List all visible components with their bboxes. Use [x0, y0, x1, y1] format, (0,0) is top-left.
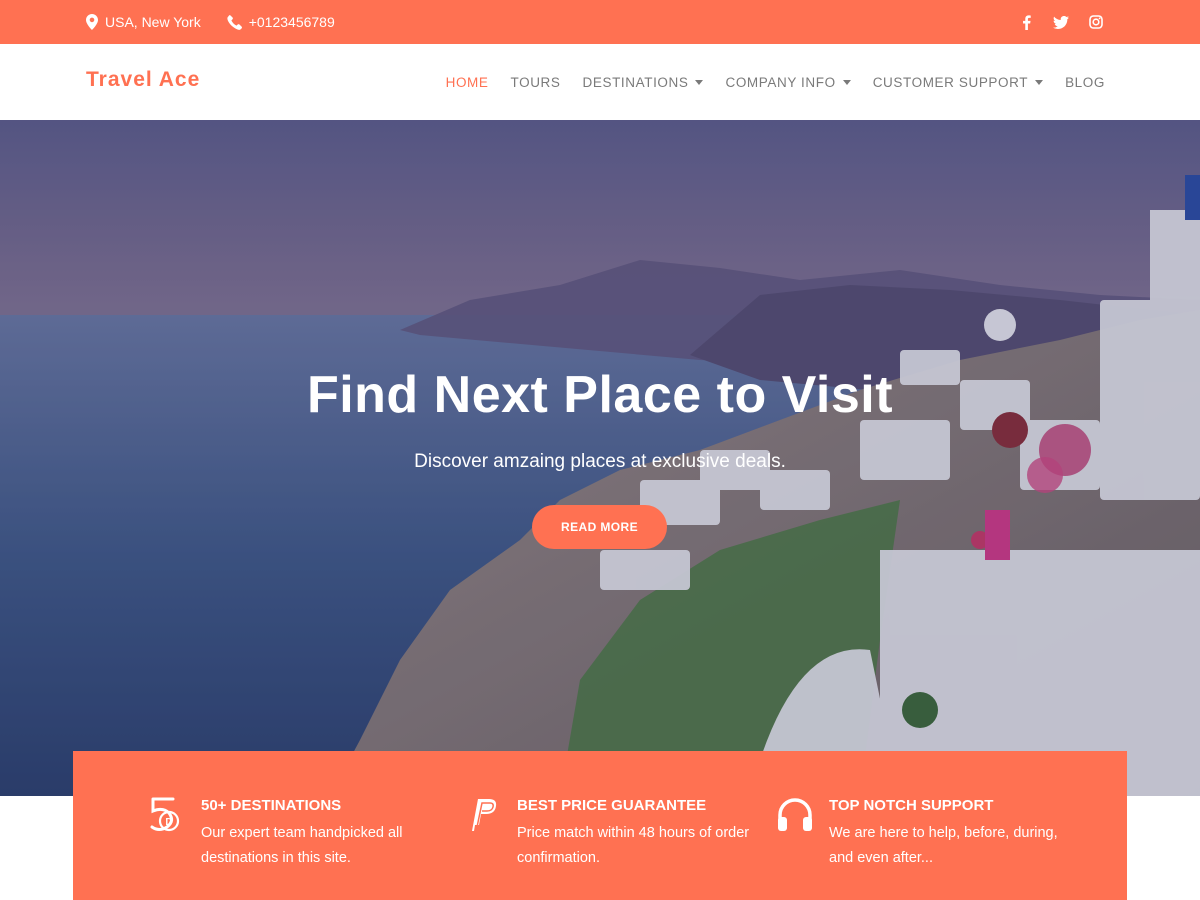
paypal-icon — [472, 799, 497, 831]
phone-icon — [227, 14, 242, 30]
chevron-down-icon — [695, 79, 704, 85]
chevron-down-icon — [1035, 79, 1044, 85]
headphones-icon — [778, 798, 812, 831]
contact-info: USA, New York +0123456789 — [86, 0, 361, 44]
hero-title: Find Next Place to Visit — [306, 366, 894, 424]
features-bar: D 50+ DESTINATIONS Our expert team handp… — [73, 751, 1127, 900]
hero-subtitle: Discover amzaing places at exclusive dea… — [414, 451, 786, 472]
feature-title: TOP NOTCH SUPPORT — [829, 797, 994, 814]
nav-label: TOURS — [510, 74, 561, 90]
read-more-button[interactable]: READ MORE — [532, 505, 667, 549]
nav-label: HOME — [445, 74, 489, 90]
feature-description: Price match within 48 hours of order con… — [517, 825, 750, 866]
svg-text:D: D — [165, 817, 172, 828]
phone-item[interactable]: +0123456789 — [227, 14, 335, 30]
nav-home[interactable]: HOME — [446, 75, 489, 90]
nav-destinations[interactable]: DESTINATIONS — [583, 75, 704, 90]
chevron-down-icon — [842, 79, 851, 85]
feature-description: We are here to help, before, during, and… — [829, 825, 1058, 866]
hero-section: Find Next Place to Visit Discover amzain… — [0, 120, 1200, 796]
top-bar: USA, New York +0123456789 — [0, 0, 1200, 44]
nav-blog[interactable]: BLOG — [1065, 75, 1105, 90]
site-logo[interactable]: Travel Ace — [86, 68, 200, 92]
instagram-icon[interactable] — [1088, 14, 1104, 30]
nav-label: COMPANY INFO — [725, 74, 836, 90]
feature-title: BEST PRICE GUARANTEE — [517, 797, 707, 814]
twitter-icon[interactable] — [1053, 14, 1069, 30]
feature-description: Our expert team handpicked all destinati… — [201, 825, 403, 866]
nav-label: CUSTOMER SUPPORT — [872, 74, 1029, 90]
site-header: Travel Ace HOME TOURS DESTINATIONS COMPA… — [0, 44, 1200, 120]
nav-label: BLOG — [1065, 74, 1105, 90]
nav-label: DESTINATIONS — [582, 74, 689, 90]
location-text: USA, New York — [105, 14, 201, 30]
main-navigation: HOME TOURS DESTINATIONS COMPANY INFO CUS… — [424, 44, 1105, 120]
nav-customer-support[interactable]: CUSTOMER SUPPORT — [872, 74, 1044, 90]
fifty-badge-icon: D — [150, 797, 180, 832]
social-links — [999, 0, 1104, 44]
map-pin-icon — [86, 14, 98, 30]
nav-tours[interactable]: TOURS — [511, 75, 561, 90]
phone-text: +0123456789 — [248, 14, 335, 30]
facebook-icon[interactable] — [1018, 14, 1034, 30]
feature-title: 50+ DESTINATIONS — [201, 797, 342, 814]
nav-company-info[interactable]: COMPANY INFO — [725, 74, 851, 90]
location-item: USA, New York — [86, 14, 201, 30]
